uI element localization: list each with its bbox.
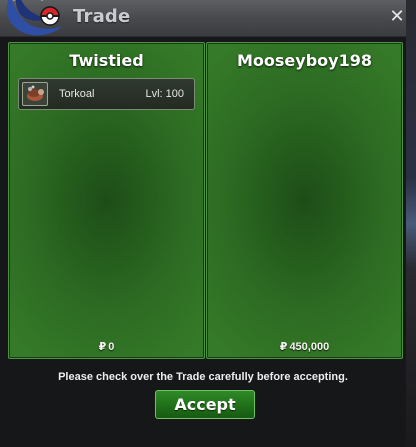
trade-item-slot[interactable]: Torkoal Lvl: 100	[18, 78, 195, 110]
pokemon-name: Torkoal	[59, 88, 95, 100]
player-name-right: Mooseyboy198	[237, 51, 372, 70]
trade-panel-right: Mooseyboy198 ₽450,000	[206, 42, 403, 359]
trade-notice: Please check over the Trade carefully be…	[58, 371, 348, 383]
close-icon[interactable]: ✕	[388, 6, 406, 28]
pokedollar-icon: ₽	[98, 340, 107, 353]
pokemon-level: Lvl: 100	[145, 88, 184, 100]
trade-panel-left: Twistied Torkoal Lvl: 100 ₽0	[8, 42, 205, 359]
torkoal-icon	[22, 82, 48, 106]
pokeball-logo-icon	[6, 0, 62, 36]
currency-offer-left: ₽0	[9, 340, 204, 353]
currency-amount-right: 450,000	[289, 341, 330, 353]
trade-window: Trade ✕ Twistied Torkoal Lvl: 100 ₽0 Moo…	[0, 0, 406, 447]
currency-amount-left: 0	[108, 341, 115, 353]
background-edge	[406, 0, 416, 447]
title-bar[interactable]: Trade ✕	[0, 0, 406, 37]
window-title: Trade	[73, 6, 131, 27]
pokedollar-icon: ₽	[279, 340, 288, 353]
accept-button[interactable]: Accept	[155, 390, 255, 419]
player-name-left: Twistied	[69, 51, 144, 70]
currency-offer-right: ₽450,000	[207, 340, 402, 353]
